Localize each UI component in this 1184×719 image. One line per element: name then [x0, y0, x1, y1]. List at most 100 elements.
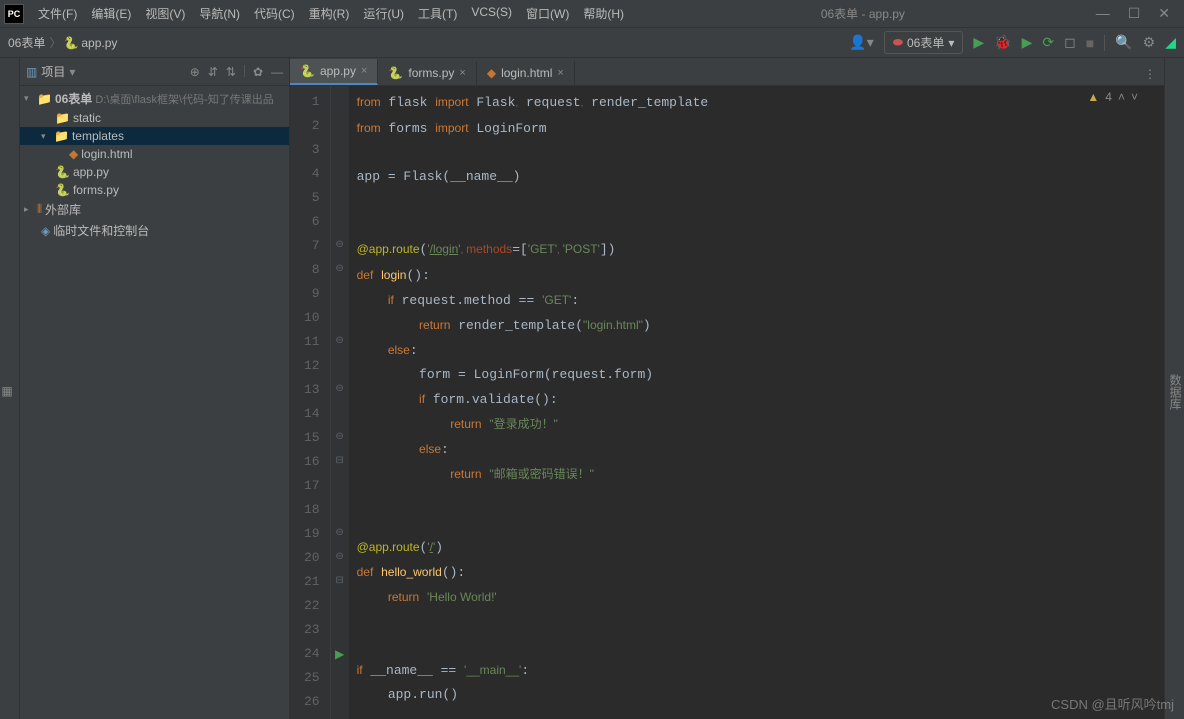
expand-icon[interactable]: ⇵	[208, 65, 218, 79]
stop-icon[interactable]: ■	[1086, 35, 1094, 51]
fold-gutter[interactable]: ⊖⊖⊖⊖⊖⊟⊖⊖⊟▶	[331, 86, 349, 719]
project-panel-title[interactable]: 项目	[41, 63, 65, 80]
library-icon: ⫴	[37, 202, 42, 217]
gear-icon[interactable]: ✿	[253, 65, 263, 79]
menu-file[interactable]: 文件(F)	[32, 3, 83, 24]
tab-label: app.py	[320, 64, 356, 78]
tab-app-py[interactable]: 🐍 app.py ×	[290, 59, 378, 85]
hide-icon[interactable]: —	[271, 65, 283, 79]
tree-label: static	[73, 111, 101, 125]
search-icon[interactable]: 🔍	[1115, 34, 1132, 51]
menu-help[interactable]: 帮助(H)	[577, 3, 630, 24]
menu-navigate[interactable]: 导航(N)	[193, 3, 246, 24]
menu-refactor[interactable]: 重构(R)	[303, 3, 356, 24]
tree-root[interactable]: ▾ 📁 06表单 D:\桌面\flask框架\代码-知了传课出品	[20, 88, 289, 109]
editor-area: 🐍 app.py × 🐍 forms.py × ◆ login.html × ⋮…	[290, 58, 1164, 719]
code-content[interactable]: from flask import Flask, request, render…	[349, 86, 1164, 719]
tree-label: 临时文件和控制台	[53, 222, 149, 239]
tree-scratches[interactable]: ◈ 临时文件和控制台	[20, 220, 289, 241]
editor-tabs: 🐍 app.py × 🐍 forms.py × ◆ login.html × ⋮	[290, 58, 1164, 86]
menu-code[interactable]: 代码(C)	[248, 3, 301, 24]
menu-edit[interactable]: 编辑(E)	[85, 3, 137, 24]
close-icon[interactable]: ×	[361, 65, 367, 77]
close-icon[interactable]: ×	[459, 67, 465, 79]
database-tool-tab[interactable]: 数据库	[1165, 64, 1184, 719]
separator	[1104, 35, 1105, 51]
tree-login-html[interactable]: ◆ login.html	[20, 145, 289, 163]
tab-login-html[interactable]: ◆ login.html ×	[477, 61, 575, 85]
tree-label: forms.py	[73, 183, 119, 197]
window-controls: — ☐ ✕	[1096, 5, 1180, 22]
toolbar: 06表单 〉 🐍 app.py 👤▾ ⬬ 06表单 ▾ ▶ 🐞 ▶ ⟳ ◻ ■ …	[0, 28, 1184, 58]
debug-icon[interactable]: 🐞	[994, 34, 1011, 51]
flask-icon: ⬬	[893, 35, 903, 50]
pycharm-logo-icon: PC	[4, 4, 24, 24]
run-config-selector[interactable]: ⬬ 06表单 ▾	[884, 31, 964, 54]
chevron-down-icon: ▾	[948, 36, 954, 50]
project-view-icon: ▥	[26, 65, 37, 79]
tab-label: forms.py	[408, 66, 454, 80]
chevron-down-icon: ▾	[41, 131, 51, 142]
project-tree: ▾ 📁 06表单 D:\桌面\flask框架\代码-知了传课出品 📁 stati…	[20, 86, 289, 719]
minimize-icon[interactable]: —	[1096, 5, 1110, 22]
breadcrumb-separator-icon: 〉	[49, 34, 61, 51]
folder-icon: 📁	[37, 92, 52, 106]
breadcrumb-file[interactable]: app.py	[81, 36, 117, 50]
tree-external-libs[interactable]: ▸ ⫴ 外部库	[20, 199, 289, 220]
scratch-icon: ◈	[41, 224, 50, 238]
tree-app-py[interactable]: 🐍 app.py	[20, 163, 289, 181]
run-icon[interactable]: ▶	[973, 34, 984, 51]
window-title: 06表单 - app.py	[630, 5, 1096, 22]
menu-view[interactable]: 视图(V)	[139, 3, 191, 24]
attach-icon[interactable]: ◻	[1064, 34, 1076, 51]
tree-forms-py[interactable]: 🐍 forms.py	[20, 181, 289, 199]
right-gutter: 数据库 SciView	[1164, 58, 1184, 719]
tree-templates[interactable]: ▾ 📁 templates	[20, 127, 289, 145]
code-area[interactable]: 1234567891011121314151617181920212223242…	[290, 86, 1164, 719]
user-icon[interactable]: 👤▾	[849, 34, 873, 51]
tab-menu-icon[interactable]: ⋮	[1136, 63, 1164, 85]
collapse-icon[interactable]: ⇅	[226, 65, 236, 79]
python-file-icon: 🐍	[55, 183, 70, 197]
project-tool-tab[interactable]: ▦	[0, 384, 14, 398]
menu-run[interactable]: 运行(U)	[357, 3, 410, 24]
menu-window[interactable]: 窗口(W)	[520, 3, 575, 24]
tree-label: login.html	[81, 147, 132, 161]
python-file-icon: 🐍	[55, 165, 70, 179]
folder-icon: 📁	[55, 111, 70, 125]
profile-icon[interactable]: ⟳	[1042, 34, 1054, 51]
menu-vcs[interactable]: VCS(S)	[465, 3, 518, 24]
tree-label: 外部库	[45, 201, 81, 218]
close-icon[interactable]: ✕	[1158, 5, 1170, 22]
run-config-label: 06表单	[907, 34, 944, 51]
folder-icon: 📁	[54, 129, 69, 143]
watermark: CSDN @且听风吟tmj	[1051, 694, 1174, 713]
html-file-icon: ◆	[69, 147, 78, 161]
jetbrains-icon[interactable]: ◢	[1165, 34, 1176, 51]
chevron-right-icon: ▸	[24, 204, 34, 215]
coverage-icon[interactable]: ▶	[1022, 34, 1033, 51]
chevron-down-icon: ▾	[24, 93, 34, 104]
tab-forms-py[interactable]: 🐍 forms.py ×	[378, 61, 476, 85]
close-icon[interactable]: ×	[557, 67, 563, 79]
tree-static[interactable]: 📁 static	[20, 109, 289, 127]
menubar: 文件(F) 编辑(E) 视图(V) 导航(N) 代码(C) 重构(R) 运行(U…	[32, 3, 630, 24]
settings-icon[interactable]: ⚙	[1143, 34, 1156, 51]
panel-header: ▥ 项目 ▾ ⊕ ⇵ ⇅ ✿ —	[20, 58, 289, 86]
chevron-down-icon[interactable]: ▾	[69, 65, 75, 79]
breadcrumb: 06表单 〉 🐍 app.py	[8, 34, 117, 51]
titlebar: PC 文件(F) 编辑(E) 视图(V) 导航(N) 代码(C) 重构(R) 运…	[0, 0, 1184, 28]
menu-tools[interactable]: 工具(T)	[412, 3, 463, 24]
separator	[244, 65, 245, 77]
maximize-icon[interactable]: ☐	[1128, 5, 1141, 22]
target-icon[interactable]: ⊕	[190, 65, 200, 79]
python-file-icon: 🐍	[300, 64, 315, 78]
python-file-icon: 🐍	[388, 66, 403, 80]
tab-label: login.html	[501, 66, 552, 80]
tree-root-name: 06表单	[55, 92, 92, 106]
breadcrumb-root[interactable]: 06表单	[8, 34, 45, 51]
left-gutter[interactable]: ▦	[0, 58, 20, 719]
tree-label: app.py	[73, 165, 109, 179]
python-file-icon: 🐍	[65, 37, 77, 49]
html-file-icon: ◆	[487, 66, 496, 80]
